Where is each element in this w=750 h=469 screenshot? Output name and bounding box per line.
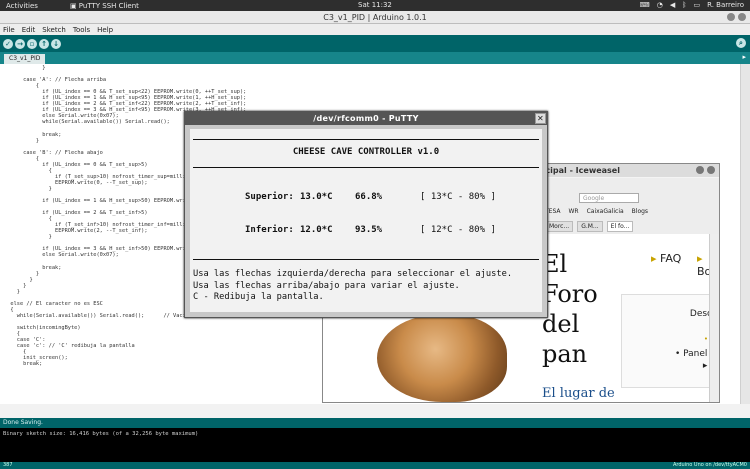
ice-minimize-button[interactable]: [696, 166, 704, 174]
browser-scrollbar[interactable]: [709, 234, 719, 402]
bookmark-item[interactable]: Blogs: [632, 208, 648, 218]
board-info: Arduino Uno on /dev/ttyACM0: [672, 462, 747, 468]
new-icon[interactable]: ▫: [27, 38, 37, 49]
volume-icon[interactable]: ◀: [670, 1, 675, 9]
user-menu[interactable]: R. Barreiro: [707, 1, 744, 9]
menu-bar: File Edit Sketch Tools Help: [0, 24, 750, 35]
editor-scrollbar[interactable]: [740, 64, 750, 404]
page-subtitle-link[interactable]: El lugar de: [542, 386, 615, 401]
console-output: Binary sketch size: 16,416 bytes (of a 3…: [0, 428, 750, 462]
battery-icon[interactable]: ▭: [693, 1, 700, 9]
help-text: Usa las flechas izquierda/derecha para s…: [193, 269, 513, 302]
top-panel: Activities ▣ PuTTY SSH Client Sat 11:32 …: [0, 0, 750, 11]
menu-sketch[interactable]: Sketch: [42, 26, 66, 34]
search-input[interactable]: Google: [579, 193, 639, 203]
status-bar: Done Saving.: [0, 418, 750, 428]
browser-tabs: Morc... G.M... El fo...: [545, 221, 634, 232]
arduino-titlebar[interactable]: C3_v1_PID | Arduino 1.0.1: [0, 11, 750, 24]
iceweasel-title: incipal - Iceweasel: [537, 166, 620, 175]
close-button[interactable]: [738, 13, 746, 21]
keyboard-icon[interactable]: ⌨: [640, 1, 650, 9]
status-area: ⌨ ◔ ◀ ᛒ ▭ R. Barreiro: [640, 1, 744, 9]
menu-edit[interactable]: Edit: [22, 26, 36, 34]
menu-tools[interactable]: Tools: [73, 26, 90, 34]
minimize-button[interactable]: [727, 13, 735, 21]
window-title: C3_v1_PID | Arduino 1.0.1: [323, 13, 427, 22]
ice-close-button[interactable]: [707, 166, 715, 174]
bookmark-item[interactable]: CaixaGalicia: [587, 208, 624, 218]
toolbar: ✓ → ▫ ↑ ↓ ⌕: [0, 35, 750, 52]
verify-icon[interactable]: ✓: [3, 38, 13, 49]
app-menu[interactable]: ▣ PuTTY SSH Client: [70, 2, 139, 10]
faq-link[interactable]: ▸ FAQ: [651, 252, 681, 265]
browser-tab[interactable]: G.M...: [577, 221, 603, 232]
tab-strip: C3_v1_PID ▸: [0, 52, 750, 64]
bookmarks-bar: TESA WR CaixaGalicia Blogs: [545, 208, 648, 218]
bookmark-item[interactable]: WR: [568, 208, 578, 218]
putty-titlebar[interactable]: /dev/rfcomm0 - PuTTY ✕: [185, 112, 547, 125]
menu-help[interactable]: Help: [97, 26, 113, 34]
putty-window: /dev/rfcomm0 - PuTTY ✕ CHEESE CAVE CONTR…: [184, 111, 548, 318]
page-headline: El Foro del pan: [542, 250, 598, 368]
putty-app-icon: ▣: [69, 1, 77, 10]
line-number: 387: [3, 462, 13, 468]
bluetooth-icon[interactable]: ᛒ: [682, 1, 686, 9]
divider: [193, 139, 539, 140]
clock[interactable]: Sat 11:32: [358, 1, 392, 9]
terminal[interactable]: CHEESE CAVE CONTROLLER v1.0 Superior: 13…: [190, 129, 542, 312]
putty-title: /dev/rfcomm0 - PuTTY: [313, 114, 419, 123]
open-icon[interactable]: ↑: [39, 38, 49, 49]
menu-file[interactable]: File: [3, 26, 15, 34]
tab-sketch[interactable]: C3_v1_PID: [4, 54, 46, 64]
footer-bar: 387 Arduino Uno on /dev/ttyACM0: [0, 462, 750, 469]
bread-image: [377, 314, 507, 402]
browser-tab-active[interactable]: El fo...: [606, 221, 634, 232]
activities-button[interactable]: Activities: [6, 2, 38, 10]
network-icon[interactable]: ◔: [657, 1, 663, 9]
putty-close-button[interactable]: ✕: [535, 113, 546, 124]
upload-icon[interactable]: →: [15, 38, 25, 49]
tab-menu-icon[interactable]: ▸: [742, 53, 746, 61]
terminal-heading: CHEESE CAVE CONTROLLER v1.0: [292, 147, 440, 157]
bullet-icon: •: [703, 335, 708, 343]
serial-monitor-icon[interactable]: ⌕: [736, 38, 746, 48]
save-icon[interactable]: ↓: [51, 38, 61, 49]
divider: [193, 259, 539, 260]
divider: [193, 167, 539, 168]
side-box: Desc • • Panel d ▸ E: [621, 294, 719, 388]
browser-tab[interactable]: Morc...: [545, 221, 574, 232]
